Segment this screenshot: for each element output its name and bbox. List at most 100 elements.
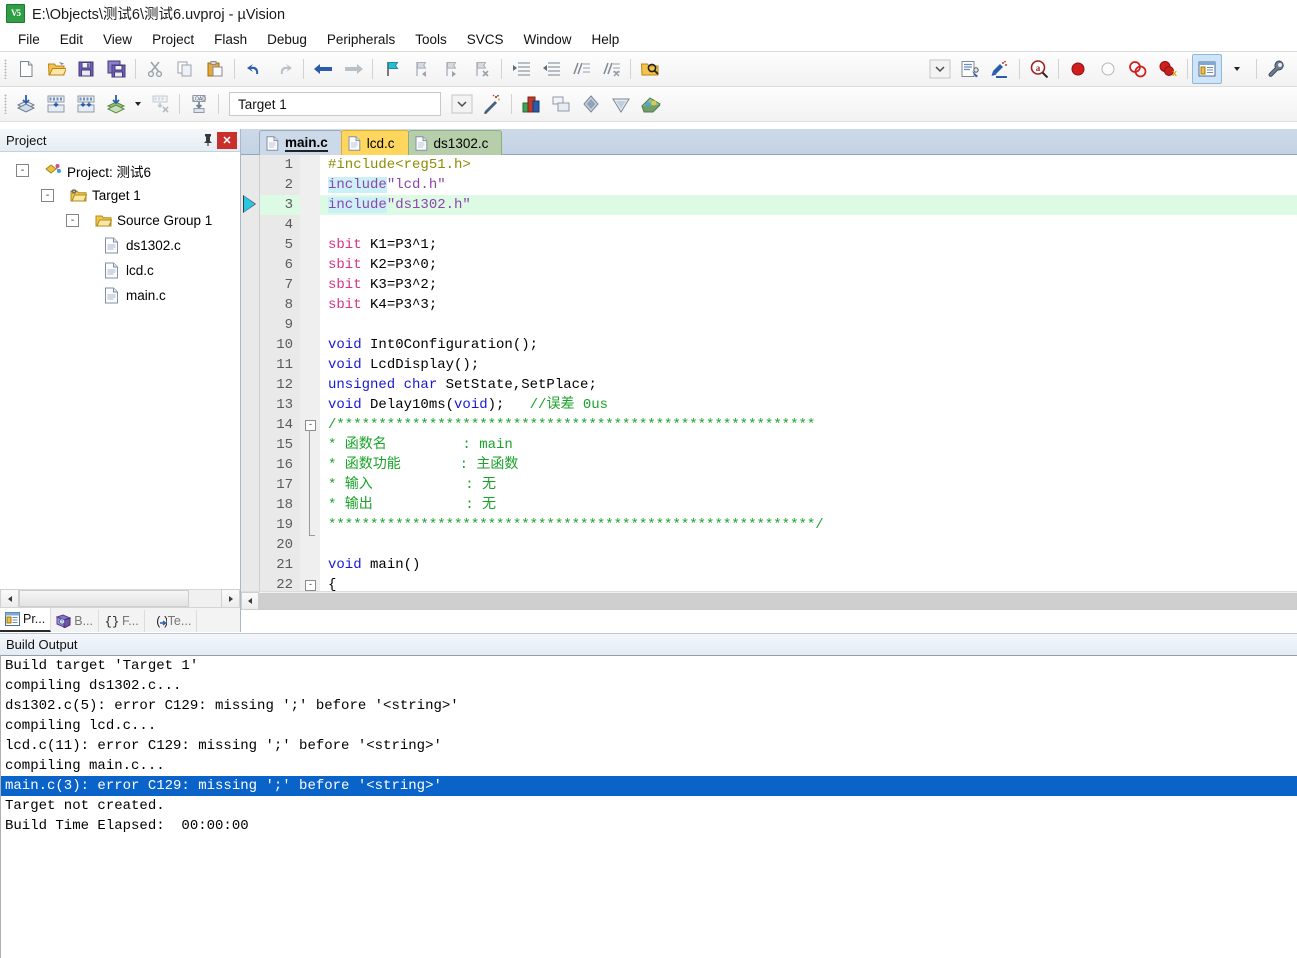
menu-edit[interactable]: Edit — [50, 29, 93, 50]
indent-left-icon[interactable] — [536, 54, 566, 84]
pack-installer-icon[interactable] — [636, 89, 666, 119]
code-line[interactable]: sbit K2=P3^0; — [320, 255, 1297, 275]
pin-icon[interactable] — [199, 131, 217, 149]
code-editor[interactable]: 1 2 3 4 5 6 7 8 9 10 11 12 13 14 15 16 17 18 19 20 21 22 - - … — [241, 155, 1297, 610]
tree-node-source-group[interactable]: - Source Group 1 — [4, 208, 240, 233]
editor-tab-lcd-c[interactable]: lcd.c — [340, 130, 409, 155]
build-output-line[interactable]: Build Time Elapsed: 00:00:00 — [1, 816, 1297, 836]
tree-node-file-lcd[interactable]: lcd.c — [4, 258, 240, 283]
translate-file-icon[interactable] — [11, 89, 41, 119]
scrollbar-thumb[interactable] — [259, 592, 1297, 610]
fold-toggle-22[interactable]: - — [305, 580, 316, 591]
paste-icon[interactable] — [200, 54, 230, 84]
code-line[interactable]: * 函数名 : main — [320, 435, 1297, 455]
code-line[interactable] — [320, 535, 1297, 555]
open-file-icon[interactable] — [41, 54, 71, 84]
code-line[interactable]: /***************************************… — [320, 415, 1297, 435]
code-line[interactable]: * 函数功能 : 主函数 — [320, 455, 1297, 475]
bookmark-prev-icon[interactable] — [407, 54, 437, 84]
tab-templates[interactable]: () Te... — [145, 610, 198, 632]
menu-peripherals[interactable]: Peripherals — [317, 29, 405, 50]
code-line[interactable]: sbit K4=P3^3; — [320, 295, 1297, 315]
find-in-files-icon[interactable] — [635, 54, 665, 84]
build-output-text[interactable]: Build target 'Target 1' compiling ds1302.… — [0, 655, 1297, 958]
bookmark-toggle-icon[interactable] — [377, 54, 407, 84]
bookmark-clear-icon[interactable] — [467, 54, 497, 84]
code-line[interactable]: void main() — [320, 555, 1297, 575]
code-folding-column[interactable]: - - — [300, 155, 320, 610]
target-options-icon[interactable] — [516, 89, 546, 119]
tree-node-file-ds1302[interactable]: ds1302.c — [4, 233, 240, 258]
editor-tab-ds1302-c[interactable]: ds1302.c — [407, 130, 503, 155]
breakpoint-kill-all-icon[interactable] — [1123, 54, 1153, 84]
dropdown-arrow-icon[interactable] — [1222, 54, 1252, 84]
code-line[interactable]: sbit K3=P3^2; — [320, 275, 1297, 295]
tree-node-target[interactable]: - Target 1 — [4, 183, 240, 208]
code-line[interactable]: void LcdDisplay(); — [320, 355, 1297, 375]
menu-debug[interactable]: Debug — [257, 29, 317, 50]
redo-icon[interactable] — [269, 54, 299, 84]
scrollbar-thumb[interactable] — [19, 590, 189, 607]
cut-icon[interactable] — [140, 54, 170, 84]
menu-svcs[interactable]: SVCS — [457, 29, 514, 50]
code-text-column[interactable]: #include<reg51.h> include"lcd.h" include"d… — [320, 155, 1297, 610]
svcs-commit-icon[interactable] — [576, 89, 606, 119]
magic-wand-icon[interactable] — [477, 89, 507, 119]
batch-build-icon[interactable] — [101, 89, 131, 119]
code-line[interactable]: sbit K1=P3^1; — [320, 235, 1297, 255]
indent-right-icon[interactable] — [506, 54, 536, 84]
navigate-forward-icon[interactable] — [338, 54, 368, 84]
build-output-line[interactable]: Build target 'Target 1' — [1, 656, 1297, 676]
tree-node-file-main[interactable]: main.c — [4, 283, 240, 308]
build-output-line[interactable]: compiling ds1302.c... — [1, 676, 1297, 696]
uncomment-lines-icon[interactable] — [596, 54, 626, 84]
tree-toggle[interactable]: - — [66, 214, 79, 227]
comment-lines-icon[interactable] — [566, 54, 596, 84]
manage-components-icon[interactable] — [546, 89, 576, 119]
copy-icon[interactable] — [170, 54, 200, 84]
svcs-update-icon[interactable] — [606, 89, 636, 119]
save-all-icon[interactable] — [101, 54, 131, 84]
batch-build-dropdown-icon[interactable] — [131, 89, 145, 119]
menu-help[interactable]: Help — [582, 29, 630, 50]
editor-bookmark-gutter[interactable] — [241, 155, 260, 610]
scroll-right-icon[interactable] — [221, 589, 240, 608]
code-line[interactable]: ****************************************… — [320, 515, 1297, 535]
bookmark-next-icon[interactable] — [437, 54, 467, 84]
target-select[interactable]: Target 1 — [229, 92, 441, 116]
code-line[interactable]: void Int0Configuration(); — [320, 335, 1297, 355]
save-icon[interactable] — [71, 54, 101, 84]
tree-toggle[interactable]: - — [16, 164, 29, 177]
target-dropdown-arrow-icon[interactable] — [447, 89, 477, 119]
breakpoint-insert-icon[interactable] — [1063, 54, 1093, 84]
project-tree[interactable]: - Project: 测试6 - Target 1 - Source Group… — [0, 152, 240, 589]
tab-functions[interactable]: {} F... — [99, 610, 145, 632]
code-line[interactable]: unsigned char SetState,SetPlace; — [320, 375, 1297, 395]
build-output-line-selected[interactable]: main.c(3): error C129: missing ';' befor… — [1, 776, 1297, 796]
build-output-line[interactable]: lcd.c(11): error C129: missing ';' befor… — [1, 736, 1297, 756]
scroll-left-icon[interactable] — [0, 589, 19, 608]
code-line[interactable]: * 输出 : 无 — [320, 495, 1297, 515]
tree-node-project[interactable]: - Project: 测试6 — [4, 158, 240, 183]
menu-file[interactable]: File — [8, 29, 50, 50]
stop-build-icon[interactable] — [145, 89, 175, 119]
menu-project[interactable]: Project — [142, 29, 204, 50]
code-line[interactable]: * 输入 : 无 — [320, 475, 1297, 495]
rebuild-all-icon[interactable] — [71, 89, 101, 119]
toolbar-grip[interactable] — [4, 59, 7, 79]
build-target-icon[interactable] — [41, 89, 71, 119]
find-icon[interactable]: a — [1024, 54, 1054, 84]
build-output-line[interactable]: ds1302.c(5): error C129: missing ';' bef… — [1, 696, 1297, 716]
scroll-left-icon[interactable] — [241, 592, 259, 610]
tab-project[interactable]: Pr... — [0, 608, 52, 632]
editor-tab-main-c[interactable]: main.c — [259, 130, 342, 155]
code-line[interactable]: include"ds1302.h" — [320, 195, 1297, 215]
manage-windows-icon[interactable] — [1192, 54, 1222, 84]
breakpoint-disable-icon[interactable] — [1093, 54, 1123, 84]
insert-bookmark-icon[interactable] — [985, 54, 1015, 84]
fold-toggle-14[interactable]: - — [305, 420, 316, 431]
tab-books[interactable]: ? B... — [51, 610, 99, 632]
editor-hscrollbar[interactable] — [241, 591, 1297, 610]
build-output-line[interactable]: Target not created. — [1, 796, 1297, 816]
tree-toggle[interactable]: - — [41, 189, 54, 202]
